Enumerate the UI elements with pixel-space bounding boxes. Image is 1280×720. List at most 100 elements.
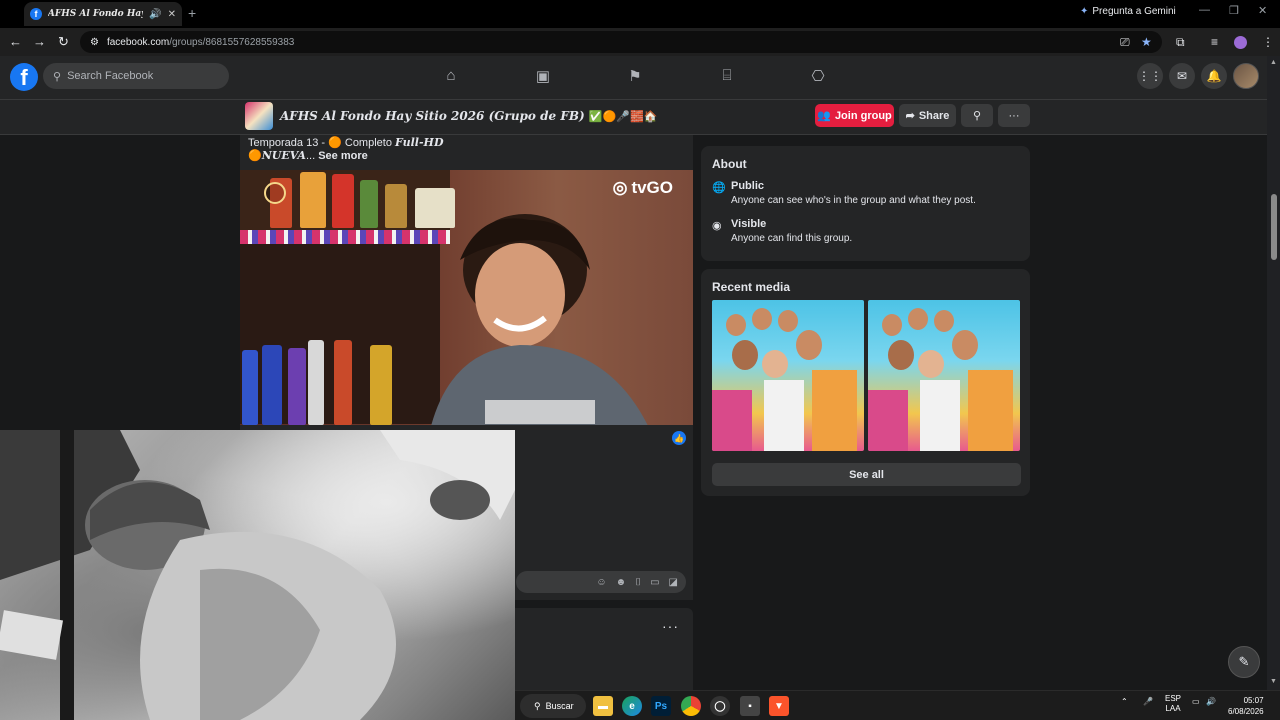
facebook-search[interactable]: ⚲ xyxy=(43,63,229,89)
bottle xyxy=(360,180,378,228)
restore-icon[interactable]: ❐ xyxy=(1229,4,1239,17)
pages-icon[interactable]: ⚑ xyxy=(625,67,645,85)
speaker-icon[interactable]: 🔊 xyxy=(149,9,161,20)
gemini-label: Pregunta a Gemini xyxy=(1092,6,1176,17)
scroll-down-icon[interactable]: ▼ xyxy=(1270,678,1277,685)
minimize-icon[interactable]: — xyxy=(1199,4,1210,16)
post-options-icon[interactable]: ··· xyxy=(662,618,679,634)
menu-kebab-icon[interactable]: ⋮ xyxy=(1262,35,1274,49)
group-name[interactable]: AFHS Al Fondo Hay Sitio 2026 (Grupo de F… xyxy=(280,109,657,123)
about-public-row: 🌐 Public Anyone can see who's in the gro… xyxy=(712,180,976,206)
webcam-overlay xyxy=(0,430,515,720)
notifications-bell-icon[interactable]: 🔔 xyxy=(1201,63,1227,89)
tvgo-brand: ◎ tvGO xyxy=(613,178,673,198)
people-icon: 👥 xyxy=(817,110,831,122)
gemini-icon: ✦ xyxy=(1080,6,1089,17)
gemini-button[interactable]: ✦ Pregunta a Gemini xyxy=(1080,6,1176,17)
avatar-sticker-icon[interactable]: ☺ xyxy=(596,577,606,588)
taskbar-clock[interactable]: 05:07 6/08/2026 xyxy=(1228,695,1264,717)
camera-icon[interactable]: ⌷ xyxy=(635,577,641,588)
more-options-button[interactable]: ··· xyxy=(998,104,1030,127)
sticker-icon[interactable]: ◪ xyxy=(669,577,678,588)
reload-icon[interactable]: ↻ xyxy=(58,34,69,50)
address-bar[interactable]: ⚙ facebook.com/groups/8681557628559383 xyxy=(80,31,1162,53)
face xyxy=(796,330,822,360)
obs-icon[interactable]: ◯ xyxy=(710,696,730,716)
post-video[interactable]: ◎ tvGO xyxy=(240,170,693,425)
gaming-icon[interactable]: ⎔ xyxy=(808,67,828,85)
see-all-button[interactable]: See all xyxy=(712,463,1021,486)
network-icon[interactable]: ▭ xyxy=(1192,697,1200,706)
join-group-label: Join group xyxy=(834,109,892,122)
share-button[interactable]: ➦ Share xyxy=(899,104,956,127)
page-scrollbar[interactable]: ▲ ▼ xyxy=(1267,56,1280,690)
volume-icon[interactable]: 🔊 xyxy=(1206,697,1216,706)
brave-icon[interactable]: ▼ xyxy=(769,696,789,716)
search-icon: ⚲ xyxy=(53,70,62,83)
search-icon: ⚲ xyxy=(534,700,541,711)
group-search-button[interactable]: ⚲ xyxy=(961,104,993,127)
eye-icon: ◉ xyxy=(712,220,722,232)
close-window-icon[interactable]: ✕ xyxy=(1258,4,1267,17)
gif-icon[interactable]: ▭ xyxy=(650,577,659,588)
face xyxy=(882,314,902,336)
url-host: facebook.com xyxy=(106,36,170,48)
globe-icon: ◎ xyxy=(612,178,628,197)
orange-circle-emoji: 🟠 xyxy=(248,150,262,162)
scrollbar-thumb[interactable] xyxy=(1271,194,1277,260)
clock-date: 6/08/2026 xyxy=(1228,707,1264,716)
browser-toolbar: ← → ↻ ⚙ facebook.com/groups/868155762855… xyxy=(0,28,1280,56)
bookmark-star-icon[interactable]: ★ xyxy=(1141,35,1152,49)
shirt xyxy=(920,380,960,451)
site-info-icon[interactable]: ⚙ xyxy=(90,37,99,48)
close-tab-icon[interactable]: ✕ xyxy=(168,9,176,20)
file-explorer-icon[interactable]: ▬ xyxy=(593,696,613,716)
profile-avatar[interactable] xyxy=(1233,63,1259,89)
back-icon[interactable]: ← xyxy=(9,34,22,49)
bottle xyxy=(242,350,258,425)
join-group-button[interactable]: 👥 Join group xyxy=(815,104,894,127)
webcam-person xyxy=(0,430,515,720)
orange-circle-emoji: 🟠 xyxy=(328,137,342,149)
face xyxy=(752,308,772,330)
group-thumbnail[interactable] xyxy=(245,102,273,130)
forward-icon[interactable]: → xyxy=(33,34,46,49)
install-app-icon[interactable]: ⎚ xyxy=(1120,35,1130,50)
globe-icon: 🌐 xyxy=(712,182,726,194)
shirt xyxy=(968,370,1013,451)
home-icon[interactable]: ⌂ xyxy=(441,67,461,84)
group-name-text: AFHS Al Fondo Hay Sitio 2026 (Grupo de F… xyxy=(280,109,585,123)
new-tab-button[interactable]: + xyxy=(188,5,196,21)
browser-tab[interactable]: f AFHS Al Fondo Hay Sitio 🔊 ✕ xyxy=(24,2,182,26)
microphone-icon[interactable]: 🎤 xyxy=(1143,697,1153,706)
app-icon[interactable]: ▪ xyxy=(740,696,760,716)
photoshop-icon[interactable]: Ps xyxy=(651,696,671,716)
extensions-icon[interactable]: ⧉ xyxy=(1176,35,1185,50)
language-indicator[interactable]: ESP LAA xyxy=(1165,694,1181,714)
browser-tabstrip: f AFHS Al Fondo Hay Sitio 🔊 ✕ + ✦ Pregun… xyxy=(0,0,1280,28)
messenger-icon[interactable]: ✉ xyxy=(1169,63,1195,89)
scroll-up-icon[interactable]: ▲ xyxy=(1270,59,1277,66)
search-input[interactable] xyxy=(67,70,218,82)
face xyxy=(908,308,928,330)
tab-title: AFHS Al Fondo Hay Sitio xyxy=(47,9,143,19)
media-thumbnail[interactable] xyxy=(868,300,1020,451)
marketplace-icon[interactable]: ⌸ xyxy=(717,67,737,84)
emoji-icon[interactable]: ☻ xyxy=(616,577,627,588)
video-brand-text: tvGO xyxy=(631,178,673,197)
media-control-icon[interactable]: ≡ xyxy=(1211,35,1218,49)
like-reaction-icon[interactable]: 👍 xyxy=(672,431,686,445)
profile-icon[interactable] xyxy=(1234,36,1247,49)
face xyxy=(918,350,944,378)
facebook-logo[interactable]: f xyxy=(10,63,38,91)
video-icon[interactable]: ▣ xyxy=(533,67,553,85)
chrome-icon[interactable] xyxy=(681,696,701,716)
tray-chevron-icon[interactable]: ⌃ xyxy=(1121,697,1128,706)
see-more-link[interactable]: See more xyxy=(318,150,368,162)
taskbar-search[interactable]: ⚲ Buscar xyxy=(520,694,586,718)
new-message-compose-icon[interactable]: ✎ xyxy=(1228,646,1260,678)
edge-icon[interactable]: e xyxy=(622,696,642,716)
menu-grid-icon[interactable]: ⋮⋮ xyxy=(1137,63,1163,89)
comment-input-bar[interactable]: ☺ ☻ ⌷ ▭ ◪ xyxy=(516,571,686,593)
media-thumbnail[interactable] xyxy=(712,300,864,451)
